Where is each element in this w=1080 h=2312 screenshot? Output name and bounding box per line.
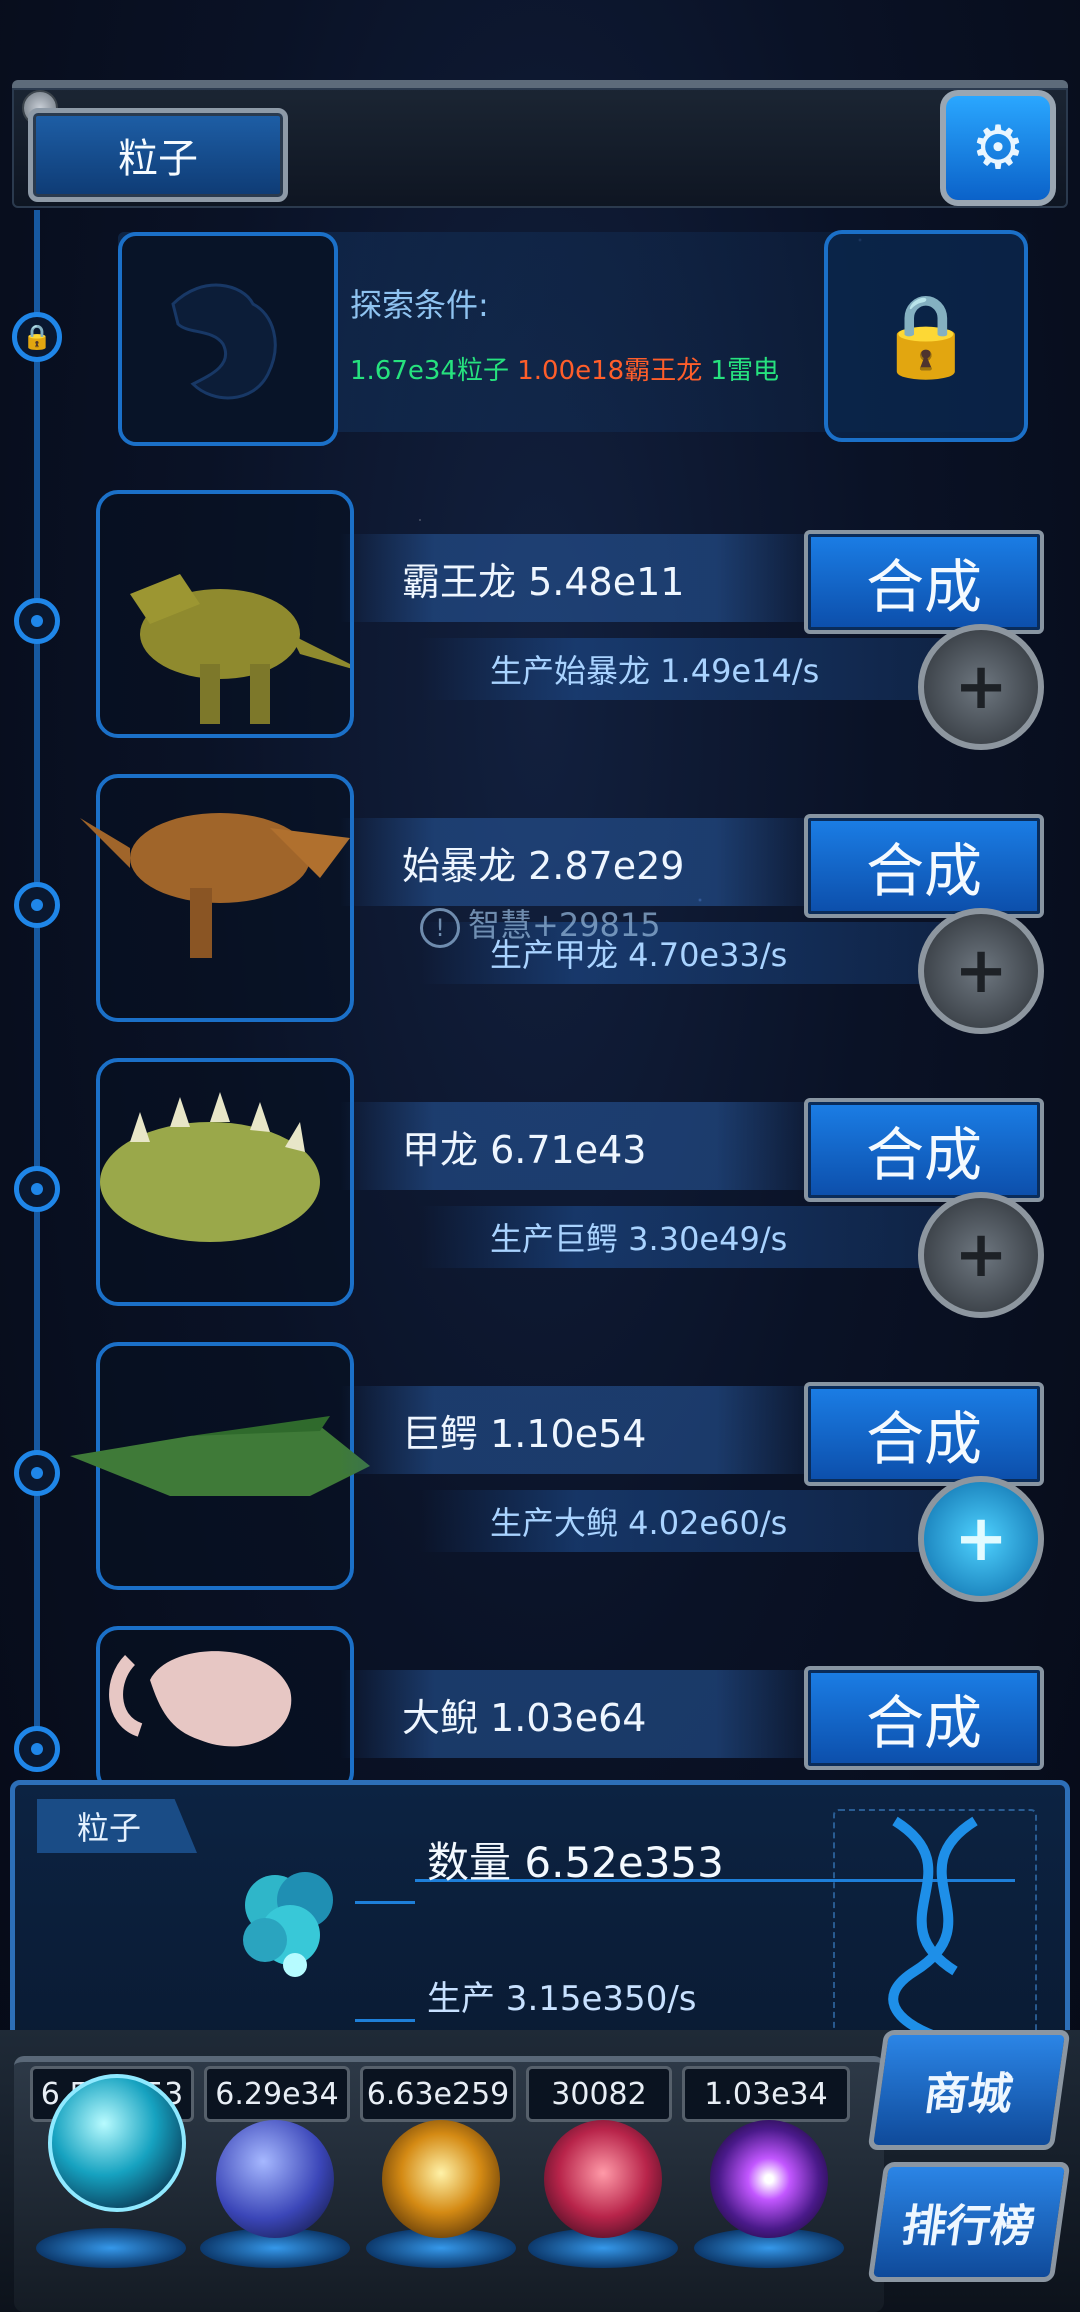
creature-thumb[interactable]: [96, 1058, 354, 1306]
creature-name: 大鲵 1.03e64: [340, 1670, 810, 1758]
dna-icon: [888, 1816, 978, 2041]
dinosaur-icon: [80, 813, 350, 958]
particles-tab-icon[interactable]: [48, 2074, 186, 2212]
dragon-silhouette-icon: [171, 283, 277, 400]
plus-icon: +: [954, 650, 1008, 724]
synthesize-button[interactable]: 合成: [804, 530, 1044, 634]
settings-button[interactable]: ⚙: [940, 90, 1056, 206]
resource-production: 生产 3.15e350/s: [427, 1979, 697, 2019]
connector-line: [355, 2019, 415, 2022]
tab-value-energy: 6.63e259: [360, 2066, 516, 2122]
resource-tag: 粒子: [37, 1799, 197, 1853]
add-button[interactable]: +: [918, 908, 1044, 1034]
creature-production: 生产巨鳄 3.30e49/s: [420, 1206, 940, 1268]
toast-text: 智慧+29815: [468, 906, 661, 944]
explore-conditions: 1.67e34粒子 1.00e18霸王龙 1雷电: [350, 350, 779, 387]
condition-particles: 1.67e34粒子: [350, 356, 509, 386]
creature-production: 生产始暴龙 1.49e14/s: [420, 638, 940, 700]
info-icon: !: [420, 908, 460, 948]
creature-name: 霸王龙 5.48e11: [340, 534, 810, 622]
wisdom-tab-icon[interactable]: [544, 2120, 662, 2238]
creature-row-ankylosaurus: 甲龙 6.71e43 合成 生产巨鳄 3.30e49/s +: [0, 1058, 1080, 1338]
lock-icon: 🔒: [876, 289, 976, 382]
locked-creature-slot[interactable]: [118, 232, 338, 446]
synthesize-button[interactable]: 合成: [804, 1098, 1044, 1202]
shop-button[interactable]: 商城: [867, 2030, 1071, 2150]
add-button[interactable]: +: [918, 1192, 1044, 1318]
gear-icon: ⚙: [971, 113, 1025, 183]
explore-lock-button[interactable]: 🔒: [824, 230, 1028, 442]
creature-name: 甲龙 6.71e43: [340, 1102, 810, 1190]
creature-thumb[interactable]: [70, 1342, 370, 1590]
creature-name: 巨鳄 1.10e54: [340, 1386, 810, 1474]
explore-panel: 探索条件: 1.67e34粒子 1.00e18霸王龙 1雷电 🔒: [118, 230, 1028, 446]
ankylosaurus-icon: [100, 1092, 320, 1242]
thunder-tab-icon[interactable]: [216, 2120, 334, 2238]
tab-value-thunder: 6.29e34: [204, 2066, 350, 2122]
page-title: 粒子: [28, 108, 288, 202]
creature-name: 始暴龙 2.87e29: [340, 818, 810, 906]
energy-tab-icon[interactable]: [382, 2120, 500, 2238]
synthesize-button[interactable]: 合成: [804, 1382, 1044, 1486]
creature-production: 生产大鲵 4.02e60/s: [420, 1490, 940, 1552]
particle-orb-icon: [243, 1872, 333, 1977]
creature-thumb[interactable]: [80, 774, 354, 1022]
tab-base: [36, 2228, 186, 2268]
condition-thunder: 1雷电: [710, 356, 780, 386]
top-bar: 粒子 ⚙: [0, 60, 1080, 210]
leaderboard-button[interactable]: 排行榜: [867, 2162, 1071, 2282]
synthesize-button[interactable]: 合成: [804, 814, 1044, 918]
synthesize-button[interactable]: 合成: [804, 1666, 1044, 1770]
bottom-dock: 6.52e353 6.29e34 6.63e259 30082 1.03e34 …: [0, 2030, 1080, 2312]
lock-icon: 🔒: [22, 323, 52, 351]
add-button-active[interactable]: +: [918, 1476, 1044, 1602]
blackhole-tab-icon[interactable]: [710, 2120, 828, 2238]
creature-thumb[interactable]: [96, 1626, 354, 1794]
crocodile-icon: [70, 1416, 370, 1496]
resource-count: 数量 6.52e353: [427, 1838, 724, 1887]
plus-icon: +: [954, 1218, 1008, 1292]
explore-title: 探索条件:: [350, 286, 489, 324]
tab-value-wisdom: 30082: [526, 2066, 672, 2122]
salamander-icon: [109, 1651, 292, 1747]
rail-lock-node: 🔒: [12, 312, 62, 362]
condition-trex: 1.00e18霸王龙: [517, 356, 703, 386]
trex-icon: [130, 574, 350, 724]
add-button[interactable]: +: [918, 624, 1044, 750]
plus-icon: +: [954, 1502, 1008, 1576]
tab-value-blackhole: 1.03e34: [682, 2066, 850, 2122]
wisdom-toast: ! 智慧+29815: [420, 900, 661, 948]
creature-row-trex: 霸王龙 5.48e11 合成 生产始暴龙 1.49e14/s +: [0, 490, 1080, 770]
creature-row-crocodile: 巨鳄 1.10e54 合成 生产大鲵 4.02e60/s +: [0, 1342, 1080, 1622]
plus-icon: +: [954, 934, 1008, 1008]
dna-decoration: [833, 1809, 1037, 2043]
creature-thumb[interactable]: [96, 490, 354, 738]
connector-line: [355, 1901, 415, 1904]
